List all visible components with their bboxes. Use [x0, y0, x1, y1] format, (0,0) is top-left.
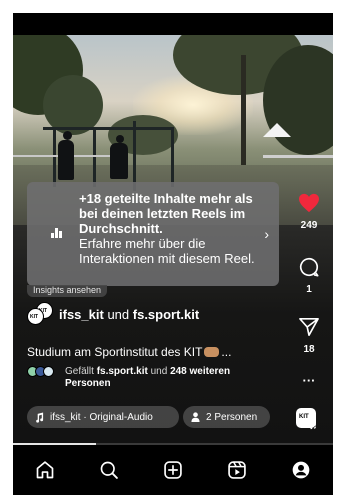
- phone-screen: +18 geteilte Inhalte mehr als bei deinen…: [13, 13, 333, 495]
- home-icon: [36, 461, 54, 479]
- music-note-icon: [36, 412, 44, 423]
- insight-subtitle: Erfahre mehr über die Interaktionen mit …: [79, 236, 255, 266]
- like-count: 249: [300, 220, 318, 231]
- raised-hands-emoji-icon: [204, 347, 220, 357]
- audio-label: ifss_kit · Original-Audio: [50, 411, 153, 423]
- tree: [43, 75, 103, 135]
- person-head: [116, 135, 124, 143]
- bar: [53, 127, 56, 187]
- paper-plane-icon: [299, 318, 319, 336]
- joiner-text: und: [107, 306, 130, 322]
- caption-ellipsis: ...: [221, 345, 232, 359]
- likes-text: Gefällt fs.sport.kit und 248 weiteren Pe…: [65, 366, 230, 390]
- liker-avatar: [43, 366, 54, 377]
- insight-card[interactable]: +18 geteilte Inhalte mehr als bei deinen…: [27, 182, 279, 286]
- avatar-label: KIT: [299, 414, 309, 420]
- share-count: 18: [303, 344, 315, 355]
- bar: [171, 127, 174, 187]
- search-icon: [100, 461, 118, 479]
- create-icon: [164, 461, 182, 479]
- likes-count[interactable]: 248 weiteren: [170, 366, 230, 377]
- share-button[interactable]: 18: [289, 317, 329, 355]
- comment-button[interactable]: 1: [289, 256, 329, 295]
- bar: [43, 127, 173, 130]
- tree-trunk: [241, 55, 246, 175]
- insight-title: +18 geteilte Inhalte mehr als bei deinen…: [79, 191, 253, 236]
- bar: [133, 121, 136, 191]
- reels-icon: [228, 461, 246, 479]
- insights-pill[interactable]: Insights ansehen: [27, 285, 108, 297]
- liker-avatars: [27, 366, 61, 378]
- account-row[interactable]: KIT KIT ifss_kit und fs.sport.kit: [27, 302, 199, 326]
- account-names: ifss_kit und fs.sport.kit: [59, 307, 199, 322]
- tent: [263, 123, 291, 137]
- audio-avatar[interactable]: KIT ♫: [296, 408, 320, 432]
- person-icon: [191, 412, 200, 422]
- avatar: KIT: [27, 308, 44, 325]
- more-dots-icon: ···: [302, 373, 316, 388]
- person: [58, 140, 74, 180]
- avatar-pair[interactable]: KIT KIT: [27, 302, 55, 326]
- comment-icon: [299, 257, 319, 277]
- bar: [93, 127, 96, 187]
- likes-user[interactable]: fs.sport.kit: [97, 366, 148, 377]
- tab-home[interactable]: [30, 455, 60, 485]
- likes-prefix: Gefällt: [65, 366, 94, 377]
- tab-profile[interactable]: [286, 455, 316, 485]
- likes-suffix: Personen: [65, 378, 111, 389]
- people-label: 2 Personen: [206, 411, 258, 423]
- chevron-right-icon: ›: [264, 226, 269, 242]
- audio-chip[interactable]: ifss_kit · Original-Audio: [27, 406, 179, 428]
- person: [110, 143, 128, 179]
- likes-joiner: und: [150, 366, 168, 377]
- music-note-icon: ♫: [309, 420, 318, 432]
- tab-create[interactable]: [158, 455, 188, 485]
- tagged-people-chip[interactable]: 2 Personen: [183, 406, 270, 428]
- more-button[interactable]: ···: [289, 373, 329, 388]
- bar-chart-icon: [51, 228, 63, 238]
- caption-text: Studium am Sportinstitut des KIT: [27, 345, 203, 359]
- person-head: [63, 131, 72, 140]
- caption[interactable]: Studium am Sportinstitut des KIT...: [27, 345, 231, 359]
- bottom-tab-bar: [13, 445, 333, 495]
- profile-icon: [292, 461, 310, 479]
- tab-reels[interactable]: [222, 455, 252, 485]
- likes-row[interactable]: Gefällt fs.sport.kit und 248 weiteren Pe…: [27, 366, 230, 390]
- username-1[interactable]: ifss_kit: [59, 307, 104, 322]
- avatar-label: KIT: [30, 314, 39, 320]
- fence: [263, 155, 333, 158]
- like-button[interactable]: 249: [289, 193, 329, 231]
- comment-count: 1: [306, 284, 312, 295]
- tab-search[interactable]: [94, 455, 124, 485]
- username-2[interactable]: fs.sport.kit: [133, 307, 199, 322]
- heart-icon: [299, 193, 319, 213]
